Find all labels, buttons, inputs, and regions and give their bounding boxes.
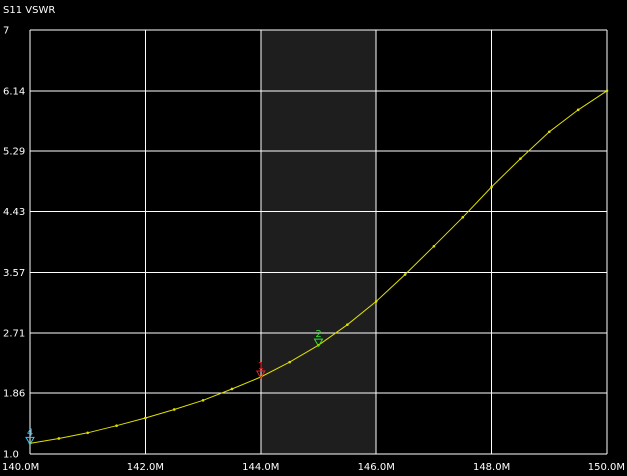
marker-label: 2 bbox=[315, 329, 321, 340]
series-point bbox=[115, 424, 118, 428]
series-point bbox=[432, 244, 436, 248]
series-point bbox=[144, 416, 147, 420]
x-tick-label: 142.0M bbox=[127, 462, 164, 473]
vswr-chart: S11 VSWR 1.01.862.713.574.435.296.147 14… bbox=[0, 0, 627, 476]
series-point bbox=[57, 437, 61, 440]
x-tick-label: 148.0M bbox=[473, 462, 510, 473]
series-point bbox=[519, 157, 522, 160]
marker-label: 4 bbox=[27, 427, 33, 438]
y-tick-label: 4.43 bbox=[3, 207, 25, 218]
series-point bbox=[346, 323, 349, 326]
y-tick-label: 2.71 bbox=[3, 329, 25, 340]
series-point bbox=[201, 398, 205, 402]
y-tick-label: 1.86 bbox=[3, 389, 25, 400]
y-tick-label: 5.29 bbox=[3, 146, 25, 157]
series-point bbox=[230, 387, 234, 391]
y-tick-label: 7 bbox=[3, 26, 9, 37]
y-tick-label: 6.14 bbox=[3, 86, 25, 97]
series-point bbox=[490, 185, 493, 189]
series-point bbox=[403, 273, 407, 276]
y-tick-label: 1.0 bbox=[3, 450, 19, 461]
x-tick-label: 144.0M bbox=[242, 462, 279, 473]
marker-label: 1 bbox=[258, 361, 264, 372]
x-tick-label: 146.0M bbox=[358, 462, 395, 473]
x-tick-label: 150.0M bbox=[588, 462, 625, 473]
series-point bbox=[605, 89, 609, 93]
series-point bbox=[374, 300, 378, 303]
series-point bbox=[172, 408, 176, 411]
series-point bbox=[548, 130, 551, 134]
series-point bbox=[461, 215, 465, 219]
highlight-band bbox=[260, 30, 377, 454]
x-tick-label: 140.0M bbox=[2, 462, 39, 473]
chart-title: S11 VSWR bbox=[3, 5, 55, 16]
series-point bbox=[86, 431, 89, 435]
series-point bbox=[288, 360, 291, 364]
series-point bbox=[576, 108, 580, 112]
y-tick-label: 3.57 bbox=[3, 268, 25, 279]
